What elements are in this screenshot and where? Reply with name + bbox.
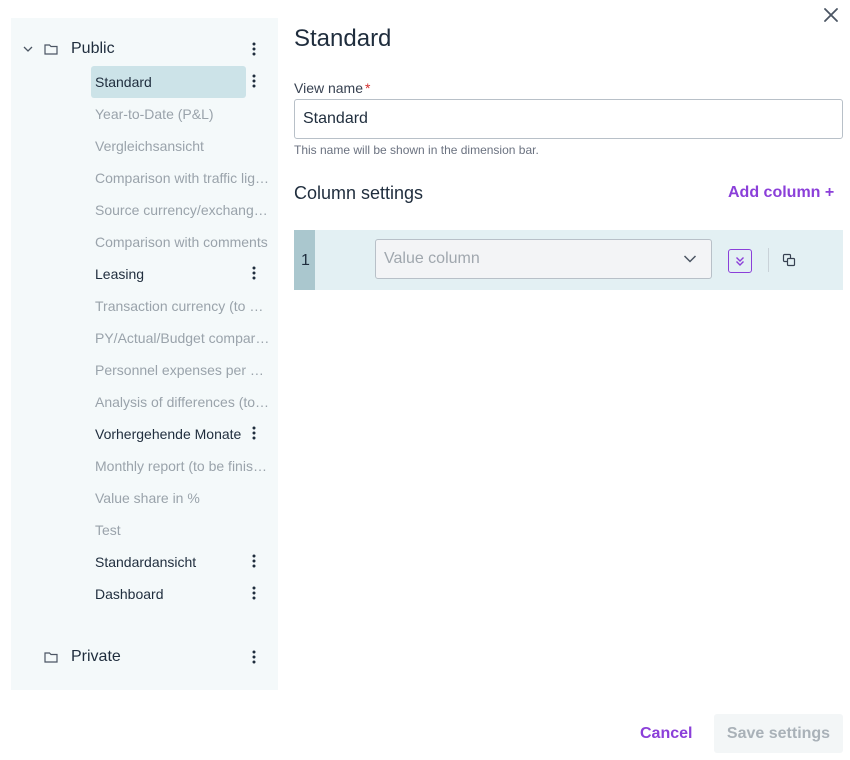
view-item-label: Standardansicht [95,554,197,570]
view-item-label: Comparison with traffic lights [95,170,270,186]
value-column-select[interactable]: Value column [375,239,712,279]
view-item[interactable]: Personnel expenses per employee [91,354,271,386]
view-item[interactable]: Comparison with traffic lights [91,162,271,194]
view-menu-button[interactable] [247,263,261,283]
duplicate-column-button[interactable] [781,252,797,268]
view-menu-button[interactable] [247,583,261,603]
view-item-label: PY/Actual/Budget comparison [95,330,270,346]
view-item[interactable]: Dashboard [91,578,271,610]
view-menu-button[interactable] [247,71,261,91]
more-vertical-icon [252,266,256,280]
view-item-label: Value share in % [95,490,200,506]
select-placeholder: Value column [384,250,480,267]
view-item-label: Standard [95,74,152,90]
more-vertical-icon [252,42,256,56]
folder-public[interactable]: Public [11,36,278,62]
view-item[interactable]: Vergleichsansicht [91,130,271,162]
chevron-down-icon[interactable] [22,43,34,55]
view-item-label: Personnel expenses per employee [95,362,270,378]
folder-icon [44,652,58,663]
view-item[interactable]: Monthly report (to be finished) [91,450,271,482]
view-item-label: Vergleichsansicht [95,138,204,154]
column-row: 1 Value column [294,230,843,290]
required-mark: * [365,80,371,96]
view-item[interactable]: PY/Actual/Budget comparison [91,322,271,354]
view-item-label: Source currency/exchange rates [95,202,270,218]
divider [768,248,769,272]
view-item[interactable]: Source currency/exchange rates [91,194,271,226]
view-item[interactable]: Analysis of differences (to be finished) [91,386,271,418]
view-item-label: Transaction currency (to be finished) [95,298,270,314]
column-number: 1 [301,252,310,269]
close-icon [824,8,838,22]
page-title: Standard [294,25,392,52]
cancel-button[interactable]: Cancel [640,725,692,743]
folder-menu-button[interactable] [247,647,261,667]
chevron-down-icon [683,255,697,263]
view-item-label: Analysis of differences (to be finished) [95,394,270,410]
folder-menu-button[interactable] [247,39,261,59]
close-button[interactable] [820,4,842,26]
more-vertical-icon [252,554,256,568]
folder-label: Public [71,40,115,57]
add-column-button[interactable]: Add column + [728,184,834,202]
view-item-label: Vorhergehende Monate [95,426,242,442]
view-menu-button[interactable] [247,423,261,443]
folder-icon [44,44,58,55]
view-name-input[interactable] [294,99,843,139]
more-vertical-icon [252,586,256,600]
views-sidebar: Public Standard Year-to-Date (P&L) Verglei… [11,18,278,690]
more-vertical-icon [252,426,256,440]
view-item[interactable]: Leasing [91,258,271,290]
more-vertical-icon [252,74,256,88]
view-item-label: Dashboard [95,586,164,602]
save-settings-button[interactable]: Save settings [714,714,843,753]
view-item[interactable]: Year-to-Date (P&L) [91,98,271,130]
copy-icon [782,253,796,267]
view-item-label: Comparison with comments [95,234,268,250]
view-item[interactable]: Transaction currency (to be finished) [91,290,271,322]
view-name-hint: This name will be shown in the dimension… [294,143,539,157]
view-item[interactable]: Vorhergehende Monate [91,418,271,450]
folder-private[interactable]: Private [11,644,278,670]
view-item-label: Test [95,522,121,538]
view-item[interactable]: Value share in % [91,482,271,514]
view-item[interactable]: Standardansicht [91,546,271,578]
more-vertical-icon [252,650,256,664]
view-name-label-text: View name [294,80,364,96]
column-settings-title: Column settings [294,183,424,203]
view-menu-button[interactable] [247,551,261,571]
collapse-button[interactable] [728,249,752,273]
double-chevron-down-icon [736,257,744,266]
view-item[interactable]: Test [91,514,271,546]
view-item-label: Year-to-Date (P&L) [95,106,214,122]
folder-label: Private [71,648,121,665]
view-item[interactable]: Comparison with comments [91,226,271,258]
view-item[interactable]: Standard [91,66,271,98]
view-item-label: Monthly report (to be finished) [95,458,270,474]
view-name-label: View name * [294,80,370,96]
view-item-label: Leasing [95,266,145,282]
